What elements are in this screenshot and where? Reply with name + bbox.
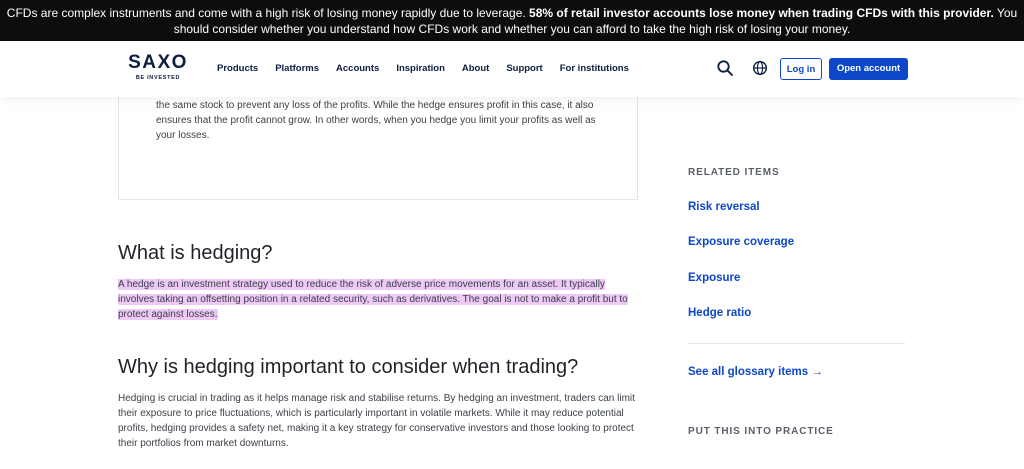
related-item-exposure[interactable]: Exposure: [688, 272, 740, 284]
logo-wordmark: SAXO: [128, 52, 188, 73]
search-icon[interactable]: [716, 59, 734, 77]
nav-platforms[interactable]: Platforms: [275, 63, 319, 74]
nav-about[interactable]: About: [462, 63, 489, 74]
related-item-hedge-ratio[interactable]: Hedge ratio: [688, 307, 751, 319]
example-card: the same stock to prevent any loss of th…: [118, 90, 638, 200]
heading-what-is-hedging: What is hedging?: [118, 242, 273, 264]
open-account-button[interactable]: Open account: [829, 58, 908, 80]
see-all-glossary-link[interactable]: See all glossary items →: [688, 366, 823, 378]
paragraph-why-hedging-important: Hedging is crucial in trading as it help…: [118, 393, 635, 449]
related-item-exposure-coverage[interactable]: Exposure coverage: [688, 236, 794, 248]
logo-tagline: BE INVESTED: [135, 75, 181, 81]
nav-for-institutions[interactable]: For institutions: [560, 63, 629, 74]
heading-why-hedging-important: Why is hedging important to consider whe…: [118, 356, 579, 378]
nav-accounts[interactable]: Accounts: [336, 63, 379, 74]
paragraph-what-is-hedging: A hedge is an investment strategy used t…: [118, 277, 638, 322]
site-header: SAXO BE INVESTED Products Platforms Acco…: [0, 41, 1024, 97]
nav-support[interactable]: Support: [506, 63, 542, 74]
nav-products[interactable]: Products: [217, 63, 258, 74]
nav-inspiration[interactable]: Inspiration: [396, 63, 445, 74]
saxo-logo[interactable]: SAXO BE INVESTED: [126, 52, 190, 82]
sidebar-divider: [688, 343, 905, 344]
related-items-label: RELATED ITEMS: [688, 167, 780, 178]
risk-text-1: CFDs are complex instruments and come wi…: [6, 6, 530, 20]
highlighted-text: A hedge is an investment strategy used t…: [118, 279, 628, 320]
main-nav: Products Platforms Accounts Inspiration …: [217, 63, 646, 74]
related-item-risk-reversal[interactable]: Risk reversal: [688, 201, 760, 213]
risk-warning-banner: CFDs are complex instruments and come wi…: [0, 0, 1024, 41]
risk-text-bold: 58% of retail investor accounts lose mon…: [529, 6, 994, 20]
card-text: the same stock to prevent any loss of th…: [156, 100, 596, 141]
globe-icon[interactable]: [751, 59, 769, 77]
login-button[interactable]: Log in: [780, 58, 822, 80]
put-into-practice-label: PUT THIS INTO PRACTICE: [688, 426, 834, 437]
